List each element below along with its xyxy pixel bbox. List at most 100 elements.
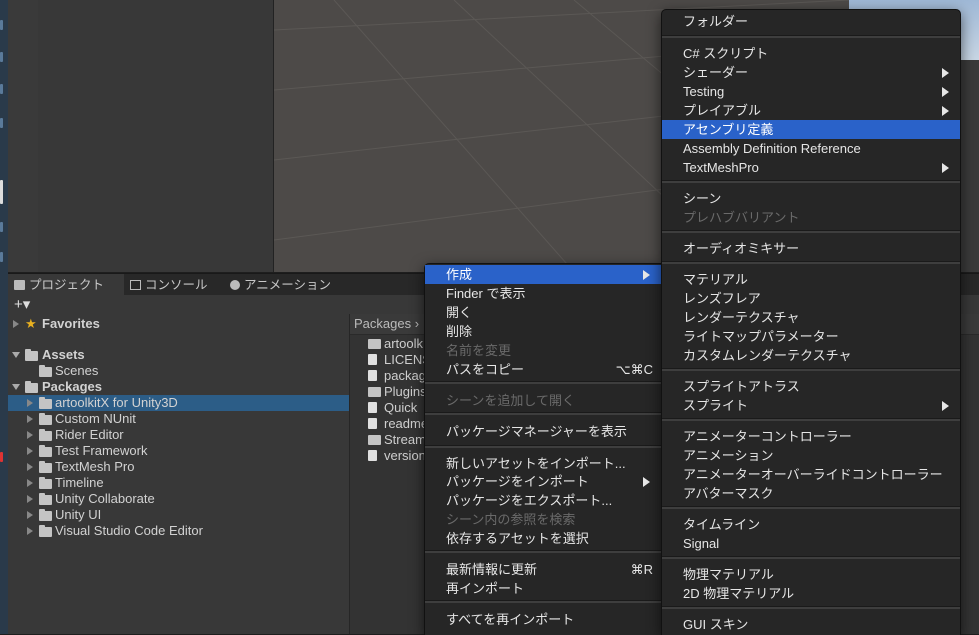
menu-item[interactable]: アセンブリ定義 (662, 120, 960, 139)
menu-item[interactable]: シェーダー (662, 63, 960, 82)
menu-item[interactable]: C# スクリプト (662, 44, 960, 63)
folder-icon (25, 349, 38, 361)
file-item[interactable]: Stream (368, 432, 426, 448)
submenu-arrow-icon (942, 106, 949, 116)
expand-icon[interactable] (27, 511, 33, 519)
folder-icon (368, 387, 381, 397)
file-item[interactable]: Quick (368, 400, 417, 416)
menu-item[interactable]: フォルダー (662, 12, 960, 31)
menu-item[interactable]: Finder で表示 (425, 284, 661, 303)
folder-icon (39, 525, 52, 537)
menu-item[interactable]: すべてを再インポート (425, 610, 661, 629)
menu-item[interactable]: パッケージをインポート (425, 472, 661, 491)
folder-icon (39, 429, 52, 441)
menu-item[interactable]: Signal (662, 534, 960, 553)
menu-item[interactable]: 開く (425, 303, 661, 322)
tree-assets[interactable]: Assets (8, 347, 349, 363)
tab-console[interactable]: コンソール (124, 274, 230, 296)
create-submenu: フォルダー C# スクリプト シェーダー Testing プレイアブル アセンブリ定義 As… (661, 9, 961, 635)
menu-separator (425, 550, 661, 553)
folder-icon (39, 365, 52, 377)
menu-item[interactable]: Testing (662, 82, 960, 101)
tree-item-package[interactable]: Visual Studio Code Editor (8, 523, 349, 539)
tree-item-package[interactable]: Timeline (8, 475, 349, 491)
folder-icon (25, 381, 38, 393)
clock-icon (230, 280, 240, 290)
tree-item-package[interactable]: TextMesh Pro (8, 459, 349, 475)
menu-item[interactable]: スプライト (662, 396, 960, 415)
expand-icon[interactable] (27, 495, 33, 503)
menu-separator (662, 180, 960, 183)
menu-separator (662, 556, 960, 559)
submenu-arrow-icon (942, 401, 949, 411)
tree-item-package[interactable]: Unity Collaborate (8, 491, 349, 507)
menu-item[interactable]: タイムライン (662, 515, 960, 534)
menu-item[interactable]: 最新情報に更新 ⌘R (425, 560, 661, 579)
hierarchy-panel[interactable] (38, 0, 274, 272)
menu-item[interactable]: レンズフレア (662, 289, 960, 308)
menu-separator (425, 381, 661, 384)
menu-separator (425, 445, 661, 448)
tree-item-package[interactable]: artoolkitX for Unity3D (8, 395, 349, 411)
menu-item[interactable]: カスタムレンダーテクスチャ (662, 346, 960, 365)
menu-item[interactable]: パッケージをエクスポート... (425, 491, 661, 510)
tree-packages[interactable]: Packages (8, 379, 349, 395)
submenu-arrow-icon (942, 163, 949, 173)
tree-item-package[interactable]: Custom NUnit (8, 411, 349, 427)
file-item[interactable]: version (368, 448, 426, 464)
menu-item[interactable]: アニメーターコントローラー (662, 427, 960, 446)
menu-item[interactable]: パッケージマネージャーを表示 (425, 422, 661, 441)
menu-item[interactable]: アニメーション (662, 446, 960, 465)
project-tree[interactable]: ★ Favorites Assets Scenes Packages artoo… (8, 314, 350, 634)
expand-icon[interactable] (27, 463, 33, 471)
menu-item[interactable]: オーディオミキサー (662, 239, 960, 258)
tree-favorites[interactable]: ★ Favorites (8, 316, 349, 332)
collapse-icon[interactable] (12, 384, 20, 390)
menu-item[interactable]: スプライトアトラス (662, 377, 960, 396)
menu-item[interactable]: アバターマスク (662, 484, 960, 503)
menu-item[interactable]: 再インポート (425, 579, 661, 598)
folder-icon (39, 493, 52, 505)
menu-item[interactable]: シーン (662, 189, 960, 208)
expand-icon[interactable] (27, 527, 33, 535)
tree-item-package[interactable]: Unity UI (8, 507, 349, 523)
tree-item-scenes[interactable]: Scenes (8, 363, 349, 379)
menu-separator (425, 600, 661, 603)
file-item[interactable]: readme (368, 416, 428, 432)
menu-item[interactable]: 作成 (425, 265, 661, 284)
expand-icon[interactable] (27, 479, 33, 487)
menu-item[interactable]: GUI スキン (662, 615, 960, 634)
tree-item-package[interactable]: Test Framework (8, 443, 349, 459)
submenu-arrow-icon (643, 477, 650, 487)
menu-item[interactable]: TextMeshPro (662, 158, 960, 177)
menu-item[interactable]: アニメーターオーバーライドコントローラー (662, 465, 960, 484)
menu-item[interactable]: パスをコピー ⌥⌘C (425, 360, 661, 379)
folder-icon (39, 445, 52, 457)
submenu-arrow-icon (942, 68, 949, 78)
expand-icon[interactable] (27, 431, 33, 439)
file-item[interactable]: artoolk (368, 336, 423, 352)
menu-item[interactable]: レンダーテクスチャ (662, 308, 960, 327)
menu-item[interactable]: プレイアブル (662, 101, 960, 120)
menu-item[interactable]: マテリアル (662, 270, 960, 289)
menu-item[interactable]: 2D 物理マテリアル (662, 584, 960, 603)
expand-icon[interactable] (13, 320, 19, 328)
menu-item[interactable]: Assembly Definition Reference (662, 139, 960, 158)
file-icon (368, 418, 377, 429)
menu-item[interactable]: ライトマップパラメーター (662, 327, 960, 346)
expand-icon[interactable] (27, 399, 33, 407)
expand-icon[interactable] (27, 415, 33, 423)
file-item[interactable]: Plugins (368, 384, 427, 400)
menu-item[interactable]: 削除 (425, 322, 661, 341)
menu-item[interactable]: 依存するアセットを選択 (425, 529, 661, 548)
menu-item[interactable]: 物理マテリアル (662, 565, 960, 584)
add-asset-button[interactable]: +▾ (14, 295, 30, 314)
file-item[interactable]: packag (368, 368, 426, 384)
menu-item[interactable]: 新しいアセットをインポート... (425, 454, 661, 473)
tab-animation[interactable]: アニメーション (224, 274, 350, 296)
expand-icon[interactable] (27, 447, 33, 455)
hierarchy-gutter (8, 0, 39, 272)
collapse-icon[interactable] (12, 352, 20, 358)
tree-item-package[interactable]: Rider Editor (8, 427, 349, 443)
tab-project[interactable]: プロジェクト (8, 274, 124, 296)
